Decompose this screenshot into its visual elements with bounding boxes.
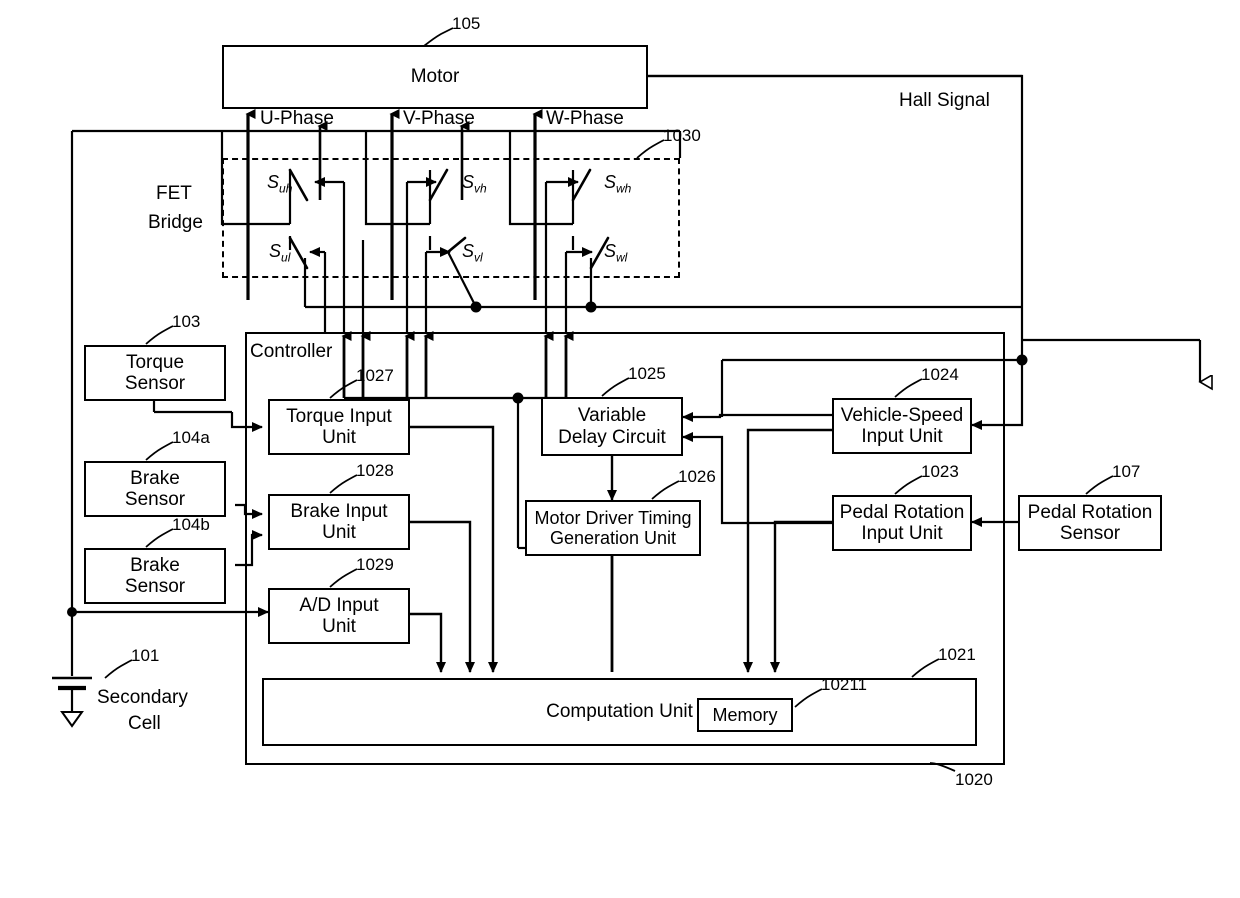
switch-svl-sub: vl — [474, 250, 483, 265]
switch-label-svl: Svl — [462, 241, 483, 265]
switch-swl-base: S — [604, 241, 617, 261]
ref-1026: 1026 — [678, 467, 716, 486]
switch-svh-base: S — [462, 172, 475, 192]
ref-103: 103 — [172, 312, 201, 331]
ref-10211: 10211 — [821, 675, 868, 694]
switch-swh-base: S — [604, 172, 617, 192]
switch-label-svh: Svh — [462, 172, 487, 196]
ref-107: 107 — [1112, 462, 1141, 481]
ref-1027: 1027 — [356, 366, 394, 385]
switch-suh-sub: uh — [279, 181, 293, 196]
ref-1023: 1023 — [921, 462, 959, 481]
switch-label-swl: Swl — [604, 241, 627, 265]
ref-1020: 1020 — [955, 770, 993, 789]
reference-leaders-layer — [104, 27, 1114, 772]
ref-104a: 104a — [172, 428, 210, 447]
switch-suh-base: S — [267, 172, 280, 192]
switch-sul-sub: ul — [281, 250, 291, 265]
ref-1024: 1024 — [921, 365, 959, 384]
ref-1030: 1030 — [663, 126, 701, 145]
ref-105: 105 — [452, 14, 481, 33]
switch-sul-base: S — [269, 241, 282, 261]
switch-svl-base: S — [462, 241, 475, 261]
switch-svh-sub: vh — [474, 181, 487, 196]
switch-label-swh: Swh — [604, 172, 631, 196]
switch-swl-sub: wl — [616, 250, 628, 265]
ref-1021: 1021 — [938, 645, 976, 664]
switch-label-sul: Sul — [269, 241, 290, 265]
switch-label-suh: Suh — [267, 172, 292, 196]
figure-canvas: Motor Torque Sensor Brake Sensor Brake S… — [0, 0, 1240, 898]
ref-101: 101 — [131, 646, 160, 665]
ref-1029: 1029 — [356, 555, 394, 574]
ref-104b: 104b — [172, 515, 210, 534]
switch-swh-sub: wh — [616, 181, 632, 196]
ref-1025: 1025 — [628, 364, 666, 383]
ref-1028: 1028 — [356, 461, 394, 480]
